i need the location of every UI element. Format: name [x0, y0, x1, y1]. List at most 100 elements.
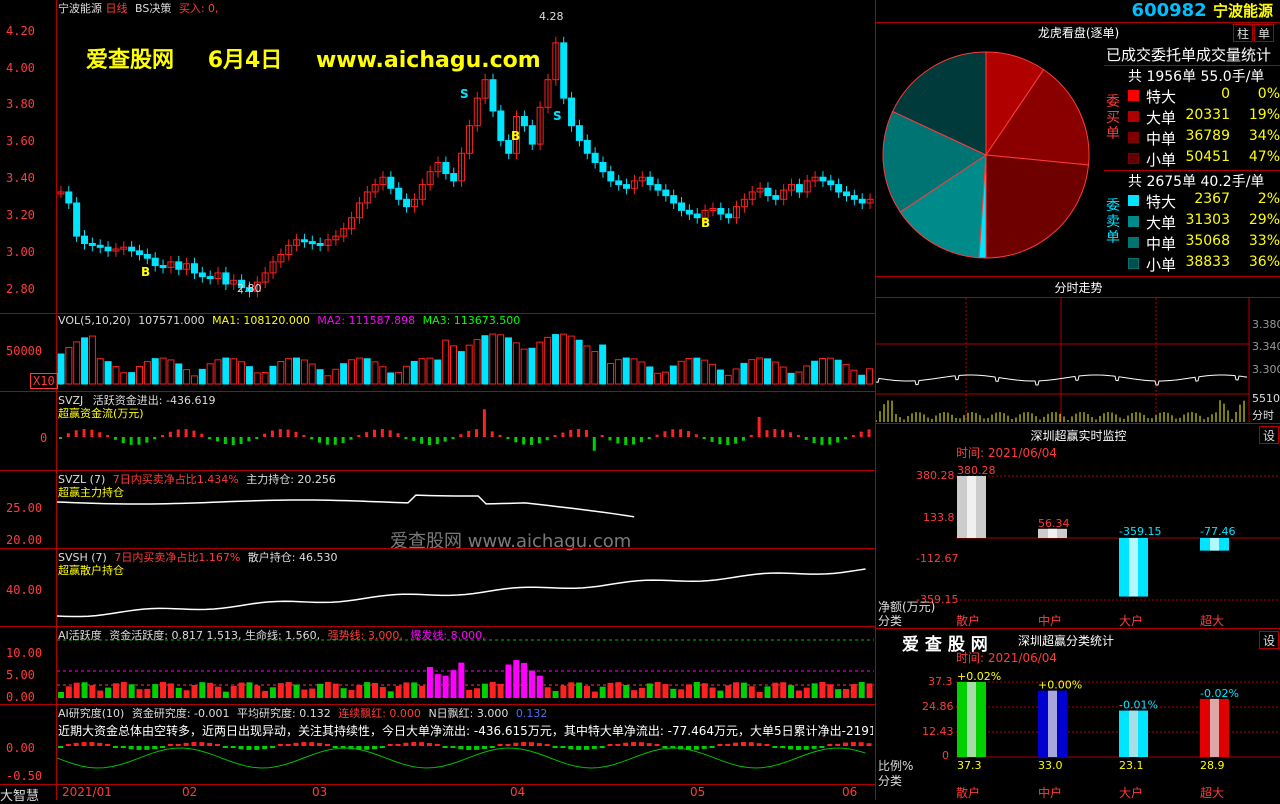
buy-rows: 特大 0 0% 大单 20331 19% 中单 36789 34% 小单 504… — [1128, 86, 1280, 170]
row-pct: 2% — [1257, 191, 1280, 207]
realtime-cat: 大户 — [1119, 614, 1144, 628]
right-header: 600982 宁波能源 — [876, 0, 1280, 23]
low-price-marker: 2.80 — [237, 282, 262, 295]
ai-research-axis-tick: -0.50 — [6, 769, 43, 783]
sell-row: 大单 31303 29% — [1128, 212, 1280, 233]
fund-flow-chart[interactable] — [57, 400, 874, 470]
ai-research-value: 资金研究度: -0.001 — [131, 707, 230, 720]
svzl-axis-tick: 20.00 — [6, 533, 43, 547]
right-panel: 600982 宁波能源 龙虎看盘(逐单) 柱 单 已成交委托单成交量统计 委买单… — [875, 0, 1280, 800]
vol-unit: X10 — [30, 373, 58, 389]
svsh-axis-tick: 40.00 — [6, 583, 43, 597]
buy-signal-b: B — [141, 265, 150, 279]
classify-cat: 散户 — [956, 786, 981, 800]
ai-axis-tick: 0.00 — [6, 690, 35, 704]
classify-delta: +0.02% — [957, 670, 1001, 683]
main-chart-area[interactable]: 宁波能源 日线 BS决策 买入: 0, 爱查股网 6月4日 www.aichag… — [0, 0, 875, 804]
longhu-pie-chart[interactable] — [881, 50, 1101, 270]
column-button[interactable]: 柱 — [1233, 24, 1253, 42]
buy-row: 小单 50451 47% — [1128, 149, 1280, 170]
row-label: 小单 — [1146, 151, 1177, 169]
buy-row: 大单 20331 19% — [1128, 107, 1280, 128]
pie-slice — [985, 154, 1090, 259]
intraday-price-tick: 3.380 — [1252, 318, 1280, 331]
ai-axis-tick: 5.00 — [6, 668, 35, 682]
row-label: 中单 — [1146, 130, 1177, 148]
legend-swatch — [1128, 132, 1139, 143]
classify-xlabel: 分类 — [878, 774, 903, 788]
footer-brand: 大智慧 — [0, 789, 40, 804]
ai-research-extra: 0.132 — [515, 707, 548, 720]
row-value: 38833 — [1185, 254, 1230, 270]
right-stock-name: 宁波能源 — [1212, 2, 1273, 20]
divider — [876, 276, 1280, 277]
realtime-bar-label: 56.34 — [1038, 517, 1070, 530]
sell-signal-s: S — [460, 87, 469, 101]
classify-axis-tick: 0 — [942, 749, 949, 762]
classify-cat: 大户 — [1119, 786, 1144, 800]
intraday-price-tick: 3.340 — [1252, 340, 1280, 353]
legend-swatch — [1128, 195, 1139, 206]
stat-title: 已成交委托单成交量统计 — [1106, 46, 1272, 64]
sell-signal-s: S — [553, 109, 562, 123]
realtime-xlabel: 分类 — [878, 614, 903, 628]
sell-row: 中单 35068 33% — [1128, 233, 1280, 254]
classify-title: 深圳超赢分类统计 — [1018, 634, 1115, 648]
price-tick: 3.80 — [6, 97, 35, 111]
single-button[interactable]: 单 — [1254, 24, 1274, 42]
date-tick: 06 — [842, 785, 858, 799]
row-value: 31303 — [1185, 212, 1230, 228]
ai-research-desc: 近期大资金总体由空转多，近两日出现异动，关注其持续性，今日大单净流出: -436… — [58, 724, 873, 738]
divider — [876, 423, 1280, 424]
buy-row: 中单 36789 34% — [1128, 128, 1280, 149]
realtime-settings-button[interactable]: 设 — [1259, 426, 1279, 444]
volume-chart[interactable] — [57, 326, 874, 386]
row-pct: 29% — [1248, 212, 1280, 228]
row-value: 35068 — [1185, 233, 1230, 249]
date-tick: 02 — [182, 785, 198, 799]
realtime-cat: 中户 — [1038, 614, 1063, 628]
date-axis: 大智慧 2021/01 02 03 04 05 06 — [0, 784, 875, 804]
ai-active-chart[interactable] — [57, 638, 874, 704]
classify-delta: +0.00% — [1038, 679, 1082, 692]
price-tick: 3.60 — [6, 134, 35, 148]
divider — [876, 628, 1280, 629]
row-pct: 19% — [1248, 107, 1280, 123]
date-tick: 04 — [510, 785, 526, 799]
sell-rows: 特大 2367 2% 大单 31303 29% 中单 35068 33% 小单 … — [1128, 191, 1280, 275]
intraday-price-tick: 3.300 — [1252, 363, 1280, 376]
row-label: 特大 — [1146, 193, 1177, 211]
row-pct: 47% — [1248, 149, 1280, 165]
sell-row: 小单 38833 36% — [1128, 254, 1280, 275]
realtime-axis-tick: 133.8 — [923, 511, 955, 524]
ai-research-title: AI研究度(10) 资金研究度: -0.001 平均研究度: 0.132 连续飘… — [58, 705, 547, 721]
realtime-axis-tick: -112.67 — [916, 552, 959, 565]
row-pct: 33% — [1248, 233, 1280, 249]
legend-swatch — [1128, 90, 1139, 101]
buy-side-label: 委买单 — [1106, 94, 1120, 142]
classify-delta: -0.01% — [1119, 699, 1158, 712]
row-value: 20331 — [1185, 107, 1230, 123]
classify-settings-button[interactable]: 设 — [1259, 631, 1279, 649]
realtime-cat: 超大 — [1200, 614, 1225, 628]
retail-holding-chart[interactable] — [57, 558, 874, 626]
row-label: 小单 — [1146, 256, 1177, 274]
intraday-chart[interactable] — [876, 298, 1280, 422]
classify-axis-tick: 24.86 — [922, 700, 954, 713]
row-value: 2367 — [1194, 191, 1230, 207]
watermark-mid: 爱查股网 www.aichagu.com — [390, 531, 632, 552]
legend-swatch — [1128, 237, 1139, 248]
realtime-title: 深圳超赢实时监控 — [1030, 429, 1127, 443]
candlestick-chart[interactable]: 4.28 2.80 B B B S S — [57, 8, 874, 313]
ai-research-chart[interactable] — [57, 738, 874, 784]
classify-value: 37.3 — [957, 759, 982, 772]
ai-research-axis-tick: 0.00 — [6, 741, 35, 755]
row-pct: 34% — [1248, 128, 1280, 144]
price-tick: 4.00 — [6, 61, 35, 75]
classify-bar-chart[interactable]: +0.02% 37.3 +0.00% 33.0 -0.01% 23.1 -0.02% 28.9 — [956, 668, 1280, 772]
ai-axis-tick: 10.00 — [6, 646, 43, 660]
row-label: 中单 — [1146, 235, 1177, 253]
realtime-bar-chart[interactable]: 380.28 56.34 -359.15 -77.46 — [956, 460, 1280, 610]
price-tick: 4.20 — [6, 24, 35, 38]
price-tick: 3.40 — [6, 171, 35, 185]
